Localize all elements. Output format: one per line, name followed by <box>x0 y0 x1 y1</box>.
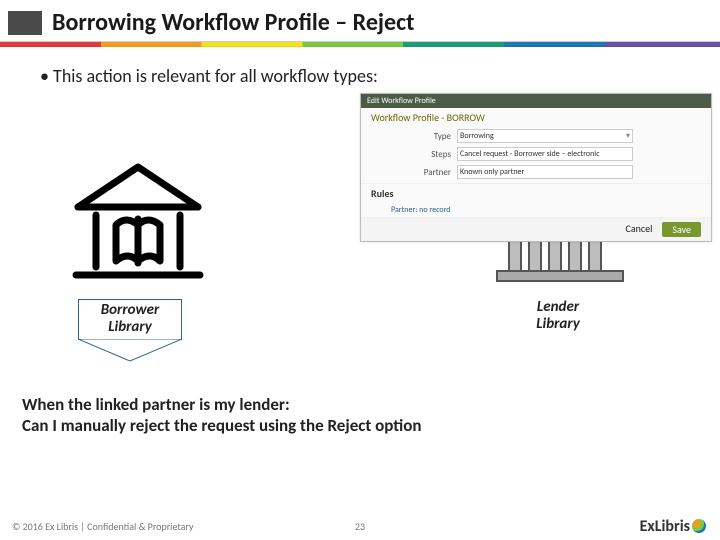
steps-label: Steps <box>371 149 451 160</box>
slide: Borrowing Workflow Profile – Reject This… <box>0 0 720 540</box>
panel-subtitle: Workflow Profile - BORROW <box>361 108 711 127</box>
exlibris-logo: ExLibris <box>640 517 706 536</box>
page-number: 23 <box>355 520 365 533</box>
rule-link[interactable]: Partner: no record <box>371 205 451 215</box>
save-button[interactable]: Save <box>662 222 701 237</box>
question-line2: Can I manually reject the request using … <box>22 415 422 436</box>
lender-label: Lender Library <box>518 299 598 334</box>
type-label: Type <box>371 131 451 142</box>
panel-breadcrumb: Edit Workflow Profile <box>361 94 711 108</box>
borrower-callout-tail <box>78 339 182 365</box>
lender-label-line1: Lender <box>518 299 598 316</box>
type-select[interactable]: Borrowing <box>457 129 633 143</box>
borrower-label-line1: Borrower <box>85 302 175 319</box>
lender-label-line2: Library <box>518 316 598 333</box>
cancel-button[interactable]: Cancel <box>626 222 653 237</box>
copyright: © 2016 Ex Libris | Confidential & Propri… <box>0 520 193 533</box>
logo-orb-icon <box>692 519 706 533</box>
steps-value: Cancel request - Borrower side – electro… <box>457 147 633 161</box>
row-rule-link: Partner: no record <box>361 203 711 217</box>
borrower-library-icon <box>68 159 208 294</box>
panel-footer: Cancel Save <box>361 217 711 241</box>
slide-title: Borrowing Workflow Profile – Reject <box>52 8 414 37</box>
content-area: This action is relevant for all workflow… <box>0 47 720 393</box>
partner-value: Known only partner <box>457 165 633 179</box>
partner-label: Partner <box>371 167 451 178</box>
footer: © 2016 Ex Libris | Confidential & Propri… <box>0 512 720 540</box>
illustration-area: Borrower Library <box>40 93 680 393</box>
rules-header: Rules <box>361 183 711 203</box>
workflow-profile-panel: Edit Workflow Profile Workflow Profile -… <box>360 93 712 242</box>
question-block: When the linked partner is my lender: Ca… <box>22 394 422 437</box>
bullet-workflow-types: This action is relevant for all workflow… <box>40 65 680 87</box>
borrower-label-line2: Library <box>85 319 175 336</box>
row-steps: Steps Cancel request - Borrower side – e… <box>361 145 711 163</box>
row-type: Type Borrowing <box>361 127 711 145</box>
brand-text: ExLibris <box>640 517 690 536</box>
question-line1: When the linked partner is my lender: <box>22 394 422 415</box>
row-partner: Partner Known only partner <box>361 163 711 181</box>
title-dark-block <box>8 11 42 35</box>
title-row: Borrowing Workflow Profile – Reject <box>0 0 720 41</box>
borrower-label-box: Borrower Library <box>78 299 182 340</box>
